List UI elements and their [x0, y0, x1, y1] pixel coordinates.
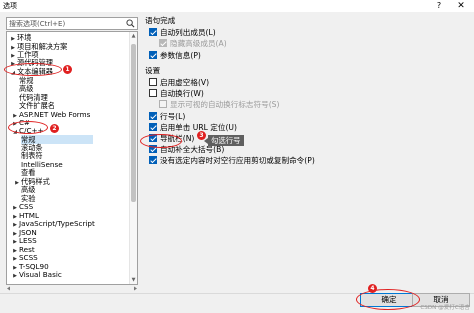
annotation-circle-text-editor: [4, 63, 62, 76]
tree-item-scss[interactable]: ▶ SCSS: [11, 253, 38, 262]
tree-item-environment[interactable]: ▶ 环境: [9, 33, 31, 42]
settings-heading: 设置: [145, 66, 161, 75]
checkbox-icon[interactable]: [149, 123, 157, 131]
checkbox-cut-copy-blank-lines[interactable]: 没有选定内容时对空行应用剪切或复制命令(P): [149, 155, 315, 166]
scroll-up-icon[interactable]: ▲: [130, 32, 137, 40]
help-button[interactable]: ?: [433, 0, 445, 12]
statement-completion-heading: 语句完成: [145, 16, 176, 25]
search-box[interactable]: [6, 17, 138, 30]
tree-item-css[interactable]: ▶ CSS: [11, 202, 33, 211]
tree-item-javascript-typescript[interactable]: ▶ JavaScript/TypeScript: [11, 219, 95, 228]
tree-item-cpp-advanced[interactable]: 高级: [21, 185, 35, 194]
tree-item-advanced[interactable]: 高级: [19, 84, 33, 93]
checkbox-auto-list-members[interactable]: 自动列出成员(L): [149, 27, 216, 38]
annotation-badge-2: 2: [50, 124, 59, 133]
checkbox-word-wrap[interactable]: 自动换行(W): [149, 88, 204, 99]
annotation-tooltip: 勾选行号: [204, 135, 244, 146]
expand-arrow-icon[interactable]: ▶: [13, 179, 21, 188]
checkbox-url-navigation[interactable]: 启用单击 URL 定位(U): [149, 122, 237, 133]
tree-item-visual-basic[interactable]: ▶ Visual Basic: [11, 270, 62, 279]
checkbox-icon: [159, 100, 167, 108]
tree-item-tabs[interactable]: 制表符: [21, 151, 43, 160]
checkbox-virtual-space[interactable]: 启用虚空格(V): [149, 77, 209, 88]
checkbox-visual-glyphs: 显示可视的自动换行标志符号(S): [159, 99, 279, 110]
window-title: 选项: [3, 2, 17, 10]
tree-item-less[interactable]: ▶ LESS: [11, 236, 37, 245]
tree-item-view[interactable]: 查看: [21, 168, 35, 177]
tree-horizontal-scrollbar[interactable]: [6, 286, 138, 291]
tree-item-file-extensions[interactable]: 文件扩展名: [19, 101, 55, 110]
scroll-down-icon[interactable]: ▼: [130, 276, 137, 284]
checkbox-hide-advanced-members: 隐藏高级成员(A): [159, 38, 227, 49]
watermark: CSDN @爱打C语言: [420, 305, 470, 311]
checkbox-icon[interactable]: [149, 89, 157, 97]
scrollbar-thumb[interactable]: [131, 44, 136, 202]
annotation-circle-line-numbers: [140, 134, 182, 148]
checkbox-icon: [159, 39, 167, 47]
annotation-circle-ok: [356, 289, 420, 310]
title-bar: 选项 ? ✕: [0, 0, 474, 12]
checkbox-parameter-info[interactable]: 参数信息(P): [149, 50, 201, 61]
expand-arrow-icon[interactable]: ▶: [11, 272, 19, 281]
checkbox-icon[interactable]: [149, 78, 157, 86]
close-button[interactable]: ✕: [454, 0, 468, 12]
checkbox-line-numbers[interactable]: 行号(L): [149, 111, 185, 122]
checkbox-icon[interactable]: [149, 156, 157, 164]
annotation-badge-4: 4: [368, 284, 377, 293]
annotation-badge-1: 1: [63, 65, 72, 74]
annotation-circle-c-cpp: [8, 121, 48, 134]
search-icon[interactable]: [126, 19, 135, 28]
checkbox-icon[interactable]: [149, 51, 157, 59]
tree-vertical-scrollbar[interactable]: ▲ ▼: [129, 32, 137, 284]
checkbox-icon[interactable]: [149, 112, 157, 120]
checkbox-icon[interactable]: [149, 28, 157, 36]
search-input[interactable]: [8, 18, 120, 29]
settings-panel: 语句完成 自动列出成员(L) 隐藏高级成员(A) 参数信息(P) 设置 启用虚空…: [143, 15, 463, 287]
